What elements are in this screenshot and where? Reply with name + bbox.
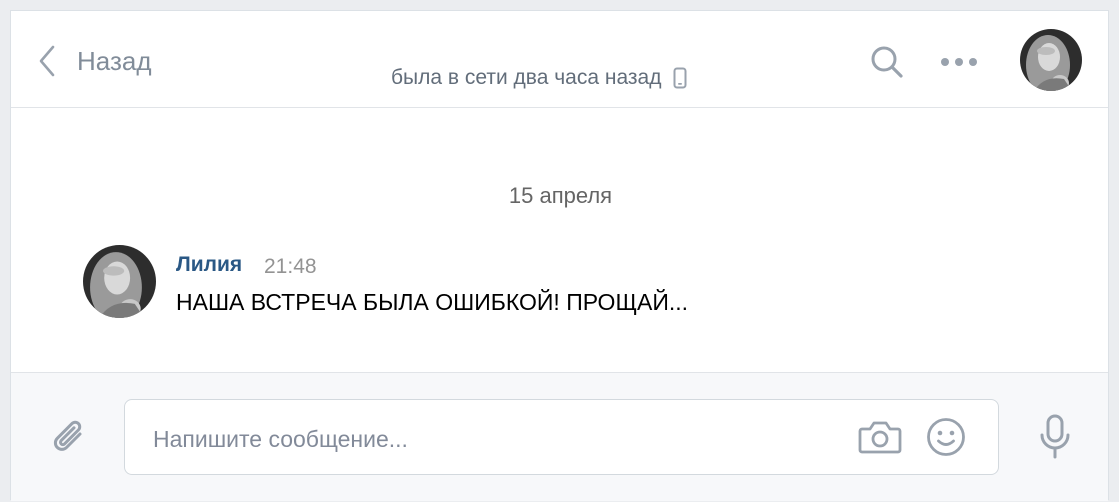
avatar-photo — [1020, 29, 1082, 91]
attach-button[interactable] — [49, 417, 91, 464]
date-separator: 15 апреля — [508, 183, 613, 208]
online-status-text: была в сети два часа назад — [391, 66, 662, 89]
message-text: НАША ВСТРЕЧА БЫЛА ОШИБКОЙ! ПРОЩАЙ... — [176, 289, 689, 315]
camera-icon — [858, 421, 902, 454]
voice-message-button[interactable] — [1037, 413, 1073, 466]
online-status: была в сети два часа назад — [391, 66, 687, 90]
avatar[interactable] — [1020, 29, 1082, 91]
message-composer — [11, 372, 1108, 501]
smile-icon — [927, 418, 965, 456]
phone-icon — [673, 67, 687, 89]
search-button[interactable] — [869, 44, 905, 85]
message-author[interactable]: Лилия — [176, 253, 242, 277]
message-avatar[interactable] — [83, 245, 156, 318]
chat-header: Назад была в сети два часа назад — [11, 11, 1108, 108]
search-icon — [871, 46, 903, 78]
more-dots-icon — [941, 58, 977, 66]
message-input[interactable] — [151, 422, 835, 456]
back-button[interactable]: Назад — [39, 41, 152, 81]
avatar-photo — [83, 245, 156, 318]
emoji-button[interactable] — [925, 416, 967, 463]
more-button[interactable] — [939, 55, 979, 73]
message-input-box[interactable] — [124, 399, 999, 475]
paperclip-icon — [53, 420, 82, 451]
camera-button[interactable] — [858, 418, 902, 461]
chevron-left-icon — [39, 45, 55, 77]
back-label: Назад — [77, 45, 152, 76]
chat-panel: Назад была в сети два часа назад 15 апре… — [10, 10, 1109, 501]
microphone-icon — [1040, 414, 1070, 459]
message-time[interactable]: 21:48 — [264, 255, 317, 279]
